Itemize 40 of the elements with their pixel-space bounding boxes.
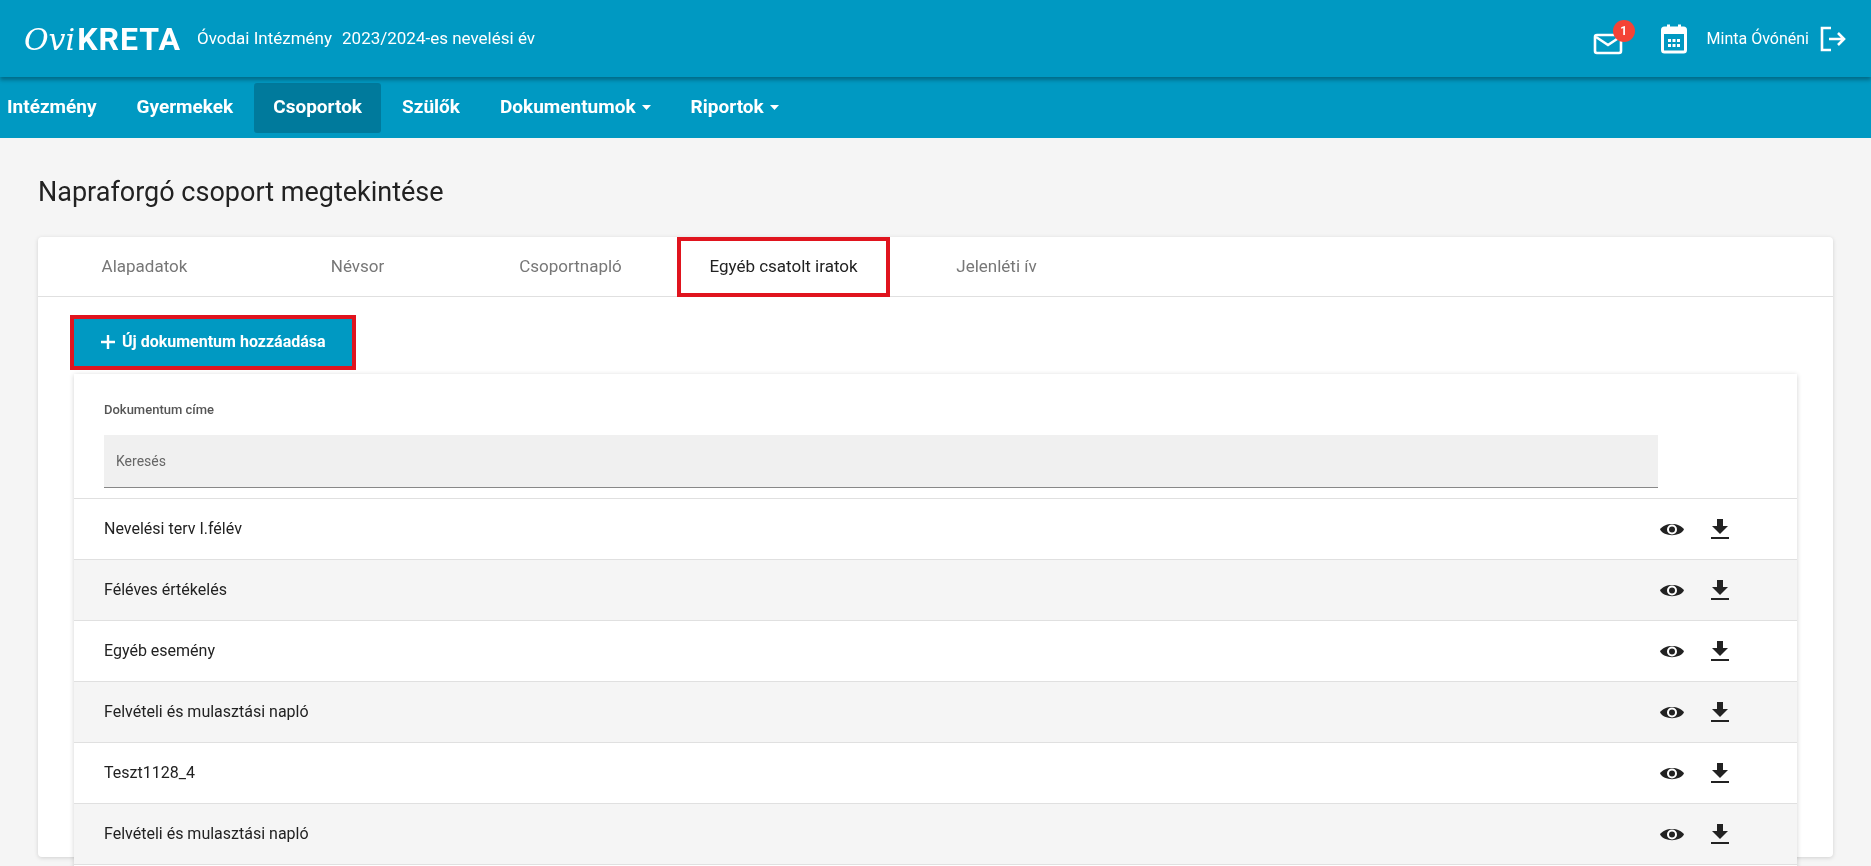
search-field[interactable]: Keresés bbox=[104, 435, 1658, 488]
download-icon[interactable] bbox=[1711, 519, 1729, 539]
nav-item[interactable]: Riportok bbox=[671, 82, 798, 133]
download-icon[interactable] bbox=[1711, 702, 1729, 722]
logo[interactable]: OviKRETA bbox=[24, 22, 181, 55]
download-icon[interactable] bbox=[1711, 763, 1729, 783]
caret-icon bbox=[641, 105, 651, 110]
mail-icon bbox=[1592, 31, 1623, 56]
download-icon[interactable] bbox=[1711, 824, 1729, 844]
plus-icon bbox=[100, 334, 116, 350]
mail-button[interactable]: 1 bbox=[1592, 19, 1635, 58]
logo-wordmark: KRETA bbox=[77, 22, 181, 55]
column-header: Dokumentum címe bbox=[104, 400, 215, 419]
tab[interactable]: Egyéb csatolt iratok bbox=[677, 236, 890, 297]
document-title: Nevelési terv I.félév bbox=[104, 518, 242, 540]
nav-item[interactable]: Csoportok bbox=[254, 82, 382, 133]
document-title: Egyéb esemény bbox=[104, 640, 215, 662]
logout-icon[interactable] bbox=[1819, 25, 1847, 52]
download-icon[interactable] bbox=[1711, 641, 1729, 661]
nav-item[interactable]: Gyermekek bbox=[117, 82, 253, 133]
download-icon[interactable] bbox=[1711, 580, 1729, 600]
institution-name: Óvodai Intézmény bbox=[196, 26, 333, 50]
caret-icon bbox=[769, 105, 779, 110]
user-name[interactable]: Minta Óvónéni bbox=[1706, 26, 1809, 51]
tab[interactable]: Csoportnapló bbox=[464, 236, 677, 297]
tab[interactable]: Alapadatok bbox=[38, 236, 251, 297]
document-title: Féléves értékelés bbox=[104, 579, 227, 601]
document-title: Felvételi és mulasztási napló bbox=[104, 823, 309, 845]
document-title: Felvételi és mulasztási napló bbox=[104, 701, 309, 723]
school-year: 2023/2024-es nevelési év bbox=[342, 26, 536, 50]
logo-script: Ovi bbox=[24, 24, 76, 55]
page-title: Napraforgó csoport megtekintése bbox=[38, 175, 445, 210]
document-title: Teszt1128_4 bbox=[104, 762, 195, 784]
calendar-icon[interactable] bbox=[1660, 23, 1687, 54]
tab[interactable]: Jelenléti ív bbox=[890, 236, 1103, 297]
nav-item[interactable]: Intézmény bbox=[1, 82, 116, 133]
notification-badge: 1 bbox=[1612, 19, 1635, 42]
nav-item[interactable]: Szülők bbox=[383, 82, 479, 133]
nav-item[interactable]: Dokumentumok bbox=[480, 82, 670, 133]
tab[interactable]: Névsor bbox=[251, 236, 464, 297]
